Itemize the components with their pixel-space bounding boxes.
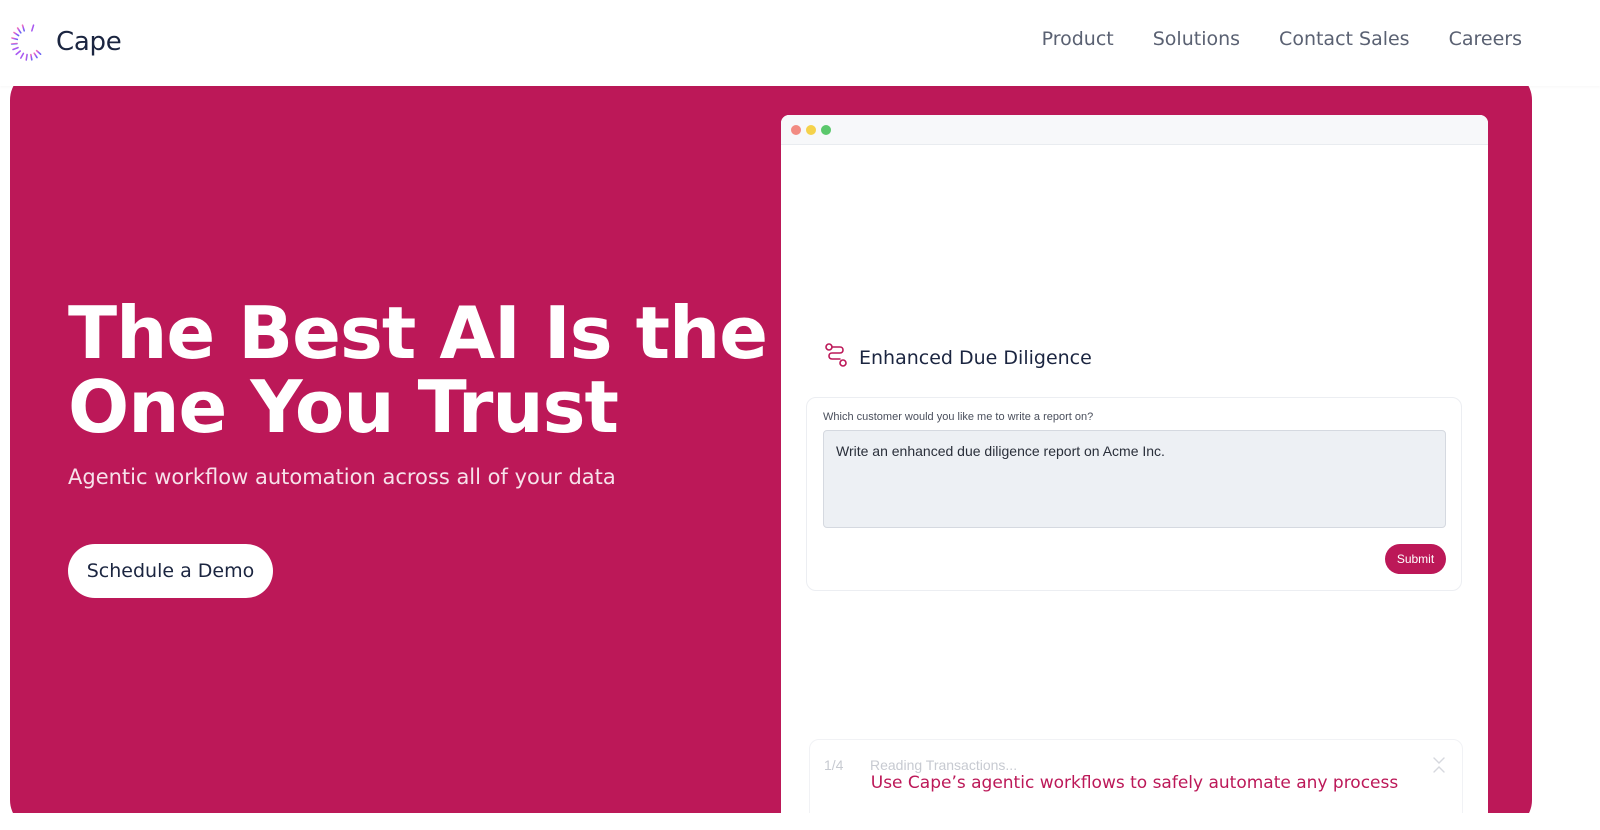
- window-title-bar: [781, 115, 1488, 145]
- hero-title-line-2: One You Trust: [68, 365, 619, 449]
- nav-careers[interactable]: Careers: [1449, 28, 1522, 50]
- report-request-card: Which customer would you like me to writ…: [806, 397, 1462, 591]
- nav-solutions[interactable]: Solutions: [1153, 28, 1240, 50]
- logo[interactable]: Cape: [10, 21, 122, 63]
- hero-title-line-1: The Best AI Is the: [68, 291, 768, 375]
- workflow-title: Enhanced Due Diligence: [859, 346, 1092, 369]
- window-close-dot: [791, 125, 801, 135]
- nav-contact-sales[interactable]: Contact Sales: [1279, 28, 1410, 50]
- logo-text: Cape: [56, 27, 122, 57]
- workflow-header: Enhanced Due Diligence: [823, 342, 1092, 373]
- hero-section: The Best AI Is the One You Trust Agentic…: [10, 70, 1532, 830]
- site-header: Cape Product Solutions Contact Sales Car…: [0, 0, 1600, 86]
- report-prompt-input[interactable]: Write an enhanced due diligence report o…: [823, 430, 1446, 528]
- step-count: 1/4: [824, 757, 844, 773]
- hero-title: The Best AI Is the One You Trust: [68, 296, 768, 444]
- main-nav: Product Solutions Contact Sales Careers: [1003, 28, 1522, 50]
- mockup-caption: Use Cape’s agentic workflows to safely a…: [870, 773, 1399, 793]
- question-label: Which customer would you like me to writ…: [823, 411, 1094, 423]
- workflow-route-icon: [823, 342, 849, 373]
- step-status-text: Reading Transactions...: [870, 757, 1018, 773]
- submit-button[interactable]: Submit: [1385, 544, 1446, 574]
- schedule-demo-button[interactable]: Schedule a Demo: [68, 544, 273, 598]
- window-minimize-dot: [806, 125, 816, 135]
- product-mockup-window: Enhanced Due Diligence Which customer wo…: [781, 115, 1488, 830]
- window-maximize-dot: [821, 125, 831, 135]
- cape-logo-icon: [10, 21, 46, 63]
- hero-subtitle: Agentic workflow automation across all o…: [68, 465, 616, 489]
- nav-product[interactable]: Product: [1042, 28, 1114, 50]
- page-bottom-edge: [0, 813, 1600, 830]
